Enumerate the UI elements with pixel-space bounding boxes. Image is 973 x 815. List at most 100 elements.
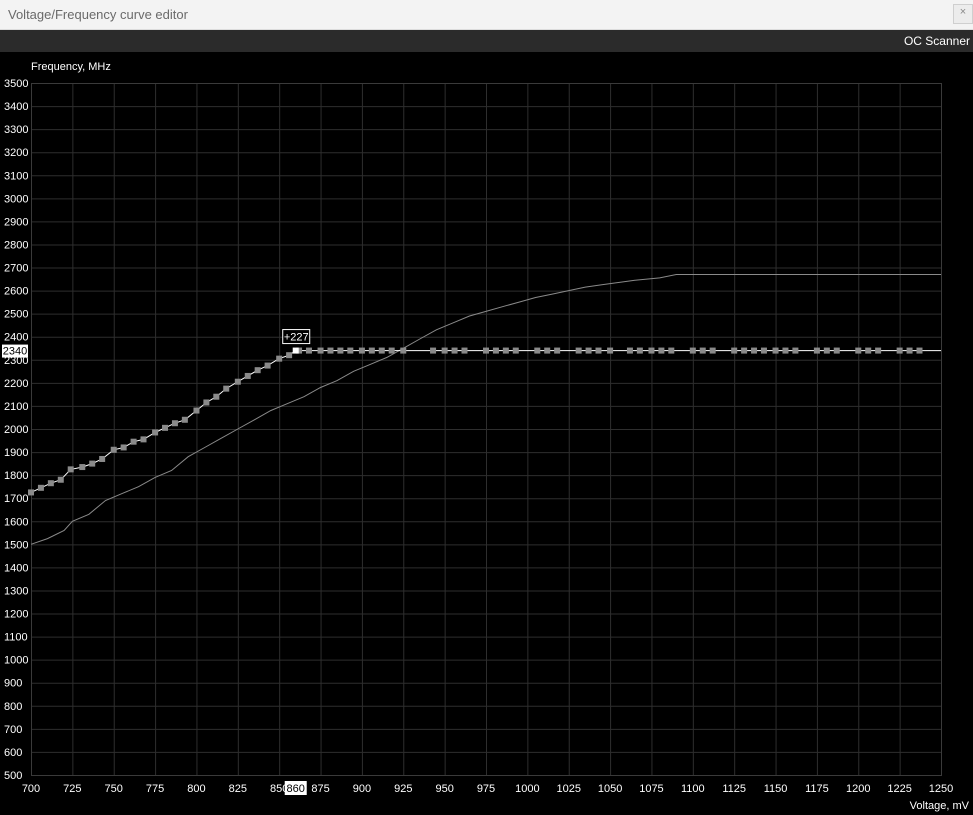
curve-point[interactable] xyxy=(534,347,541,354)
x-tick-label: 1100 xyxy=(681,783,705,795)
curve-point[interactable] xyxy=(595,347,602,354)
x-tick-label: 750 xyxy=(105,783,123,795)
curve-point[interactable] xyxy=(378,347,385,354)
selected-point[interactable] xyxy=(292,347,299,354)
curve-point[interactable] xyxy=(906,347,913,354)
curve-point[interactable] xyxy=(658,347,665,354)
curve-point[interactable] xyxy=(492,347,499,354)
curve-point[interactable] xyxy=(120,444,127,451)
curve-point[interactable] xyxy=(203,399,210,406)
x-tick-label: 1000 xyxy=(515,783,539,795)
x-tick-label: 900 xyxy=(353,783,371,795)
curve-point[interactable] xyxy=(554,347,561,354)
curve-point[interactable] xyxy=(89,460,96,467)
curve-point[interactable] xyxy=(792,347,799,354)
curve-point[interactable] xyxy=(337,347,344,354)
curve-point[interactable] xyxy=(512,347,519,354)
x-axis-label: Voltage, mV xyxy=(910,800,970,812)
curve-point[interactable] xyxy=(430,347,437,354)
curve-point[interactable] xyxy=(28,489,34,496)
curve-point[interactable] xyxy=(636,347,643,354)
y-tick-label: 2200 xyxy=(4,378,28,390)
curve-point[interactable] xyxy=(760,347,767,354)
curve-point[interactable] xyxy=(264,362,271,369)
frequency-readout: 2340 xyxy=(3,346,27,358)
y-tick-label: 3400 xyxy=(4,101,28,113)
curve-point[interactable] xyxy=(317,347,324,354)
curve-point[interactable] xyxy=(130,438,137,445)
curve-point[interactable] xyxy=(213,393,220,400)
curve-point[interactable] xyxy=(140,436,147,443)
vf-curve-chart[interactable]: Frequency, MHz Voltage, mV 700 725 750 775 8… xyxy=(0,52,973,815)
curve-point[interactable] xyxy=(388,347,395,354)
curve-point[interactable] xyxy=(833,347,840,354)
curve-point[interactable] xyxy=(223,385,230,392)
curve-point[interactable] xyxy=(286,352,293,359)
curve-point[interactable] xyxy=(699,347,706,354)
curve-point[interactable] xyxy=(276,355,283,362)
y-tick-label: 1700 xyxy=(4,493,28,505)
curve-point[interactable] xyxy=(865,347,872,354)
x-tick-label: 925 xyxy=(394,783,412,795)
y-tick-label: 800 xyxy=(4,701,22,713)
curve-point[interactable] xyxy=(47,480,54,487)
toolbar: OC Scanner xyxy=(0,30,973,52)
y-tick-label: 1600 xyxy=(4,516,28,528)
curve-point[interactable] xyxy=(751,347,758,354)
x-tick-label: 975 xyxy=(477,783,495,795)
curve-point[interactable] xyxy=(689,347,696,354)
curve-point[interactable] xyxy=(254,367,261,374)
curve-point[interactable] xyxy=(67,466,74,473)
curve-point[interactable] xyxy=(772,347,779,354)
curve-point[interactable] xyxy=(782,347,789,354)
curve-point[interactable] xyxy=(544,347,551,354)
curve-point[interactable] xyxy=(181,416,188,423)
y-tick-label: 2600 xyxy=(4,286,28,298)
curve-point[interactable] xyxy=(585,347,592,354)
curve-point[interactable] xyxy=(305,347,312,354)
curve-point[interactable] xyxy=(152,429,159,436)
curve-point[interactable] xyxy=(110,446,117,453)
curve-point[interactable] xyxy=(483,347,489,354)
curve-point[interactable] xyxy=(171,420,178,427)
curve-point[interactable] xyxy=(244,372,251,379)
voltage-readout: 860 xyxy=(287,783,305,795)
curve-point[interactable] xyxy=(347,347,354,354)
curve-point[interactable] xyxy=(99,455,106,462)
close-button[interactable]: × xyxy=(953,4,973,24)
curve-point[interactable] xyxy=(234,378,241,385)
curve-point[interactable] xyxy=(875,347,882,354)
curve-point[interactable] xyxy=(502,347,509,354)
curve-point[interactable] xyxy=(162,424,169,431)
x-tick-label: 725 xyxy=(63,783,81,795)
x-tick-label: 875 xyxy=(311,783,329,795)
curve-point[interactable] xyxy=(37,484,44,491)
curve-point[interactable] xyxy=(193,407,200,414)
curve-point[interactable] xyxy=(441,347,448,354)
curve-point[interactable] xyxy=(916,347,923,354)
oc-scanner-button[interactable]: OC Scanner xyxy=(904,34,970,48)
curve-point[interactable] xyxy=(79,464,86,471)
curve-point[interactable] xyxy=(709,347,716,354)
curve-point[interactable] xyxy=(731,347,738,354)
curve-point[interactable] xyxy=(57,476,64,483)
curve-point[interactable] xyxy=(855,347,862,354)
y-tick-label: 1900 xyxy=(4,447,28,459)
curve-point[interactable] xyxy=(461,347,468,354)
curve-point[interactable] xyxy=(607,347,614,354)
curve-point[interactable] xyxy=(823,347,830,354)
curve-point[interactable] xyxy=(648,347,655,354)
curve-point[interactable] xyxy=(741,347,748,354)
curve-point[interactable] xyxy=(626,347,633,354)
curve-point[interactable] xyxy=(575,347,582,354)
curve-point[interactable] xyxy=(668,347,675,354)
curve-point[interactable] xyxy=(451,347,458,354)
curve-point[interactable] xyxy=(813,347,820,354)
curve-point[interactable] xyxy=(368,347,375,354)
curve-point[interactable] xyxy=(327,347,334,354)
window-title: Voltage/Frequency curve editor xyxy=(8,7,188,22)
curve-point[interactable] xyxy=(400,347,407,354)
curve-point[interactable] xyxy=(896,347,903,354)
curve-point[interactable] xyxy=(358,347,365,354)
y-tick-label: 2800 xyxy=(4,239,28,251)
